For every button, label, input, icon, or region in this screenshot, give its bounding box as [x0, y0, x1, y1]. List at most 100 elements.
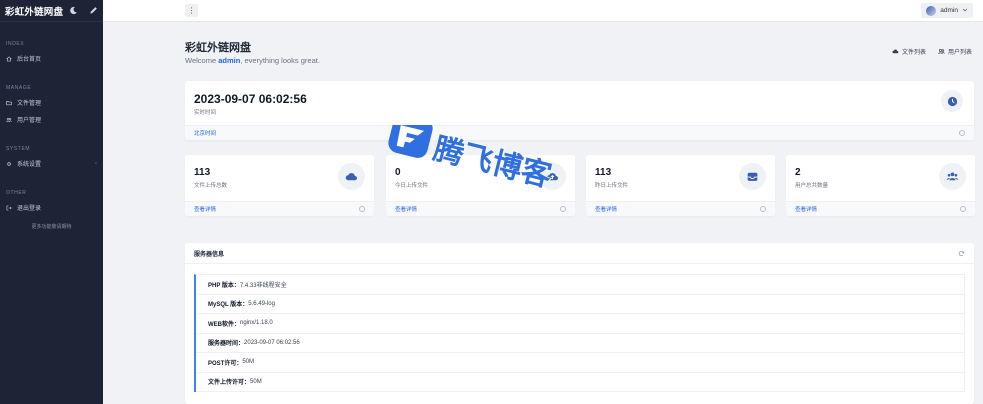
file-list-link[interactable]: 文件列表	[892, 47, 926, 56]
section-label-system: SYSTEM	[6, 146, 31, 152]
home-icon	[6, 55, 12, 61]
folder-icon	[6, 100, 12, 105]
info-value: nginx/1.18.0	[240, 320, 273, 327]
stat-card-total-uploads: 113 文件上传总数 查看详情	[185, 155, 374, 216]
view-details-link[interactable]: 查看详情	[795, 205, 817, 213]
stat-value: 113	[194, 167, 211, 178]
watermark-text: 腾飞博客	[430, 131, 555, 194]
user-list-label: 用户列表	[947, 50, 972, 56]
stat-footer: 查看详情	[786, 201, 975, 216]
circle-icon	[960, 206, 966, 212]
info-value: 2023-09-07 06:02:56	[244, 339, 300, 346]
info-key: PHP 版本：	[208, 282, 240, 289]
logout-icon	[6, 205, 12, 210]
server-info-title: 服务器信息	[194, 251, 225, 258]
sidebar-item-logout[interactable]: 退出登录	[0, 199, 103, 216]
clock-badge	[941, 90, 963, 112]
stat-footer: 查看详情	[185, 201, 374, 216]
header-links: 文件列表 用户列表	[892, 47, 972, 56]
stat-icon-badge	[338, 163, 365, 190]
info-key: MySQL 版本：	[208, 302, 249, 309]
users-icon	[938, 48, 945, 55]
page-title: 彩虹外链网盘	[185, 42, 251, 54]
info-key: POST许可：	[208, 360, 243, 367]
gear-icon	[6, 161, 12, 166]
info-key: 服务器时间：	[208, 341, 245, 348]
section-label-manage: MANAGE	[6, 85, 32, 91]
welcome-text: Welcome admin, everything looks great.	[185, 56, 320, 65]
sidebar: 彩虹外链网盘 INDEX 后台首页 MANAGE 文件管理 用户管理 SYSTE…	[0, 0, 103, 404]
info-key: WEB软件：	[208, 321, 240, 328]
refresh-icon[interactable]	[958, 250, 965, 257]
sidebar-item-label: 退出登录	[17, 206, 42, 212]
sidebar-item-label: 文件管理	[17, 101, 42, 107]
stat-card-user-count: 2 用户总共数量 查看详情	[786, 155, 975, 216]
clock-icon	[947, 96, 957, 106]
sidebar-note: 更多功能敬请期待	[31, 224, 72, 230]
topbar: ⋮ admin	[103, 0, 983, 22]
section-label-other: OTHER	[6, 190, 27, 196]
sidebar-item-label: 后台首页	[17, 57, 42, 63]
sidebar-item-label: 用户管理	[17, 118, 42, 124]
stat-icon-badge	[739, 163, 766, 190]
view-details-link[interactable]: 查看详情	[194, 205, 216, 213]
info-key: 文件上传许可：	[208, 380, 251, 387]
server-info-list: PHP 版本： 7.4.33非线程安全 MySQL 版本： 5.6.49-log W…	[194, 274, 965, 392]
section-label-index: INDEX	[6, 41, 25, 47]
sidebar-item-settings[interactable]: 系统设置 ‹	[0, 155, 103, 172]
pencil-icon	[90, 7, 97, 14]
stat-label: 用户总共数量	[795, 183, 829, 189]
sidebar-item-users[interactable]: 用户管理	[0, 111, 103, 128]
stat-label: 昨日上传文件	[595, 183, 629, 189]
stat-footer: 查看详情	[586, 201, 775, 216]
avatar	[926, 5, 937, 16]
sidebar-item-dashboard[interactable]: 后台首页	[0, 50, 103, 67]
sidebar-item-files[interactable]: 文件管理	[0, 94, 103, 111]
view-details-link[interactable]: 查看详情	[595, 205, 617, 213]
info-value: 7.4.33非线程安全	[239, 282, 287, 289]
chevron-down-icon	[962, 7, 968, 15]
welcome-suffix: , everything looks great.	[240, 56, 320, 65]
time-label: 实时时间	[194, 110, 217, 116]
circle-icon	[760, 206, 766, 212]
brand-title: 彩虹外链网盘	[5, 6, 64, 18]
inbox-icon	[747, 172, 758, 181]
list-item: 服务器时间： 2023-09-07 06:02:56	[196, 333, 965, 353]
info-value: 50M	[242, 359, 255, 366]
welcome-user: admin	[218, 56, 241, 65]
list-item: 文件上传许可： 50M	[196, 372, 965, 392]
time-card-footer: 北京时间	[185, 125, 974, 140]
theme-toggle-button[interactable]	[67, 4, 80, 17]
circle-icon	[359, 206, 365, 212]
cloud-icon	[892, 49, 899, 54]
stat-card-yesterday-uploads: 113 昨日上传文件 查看详情	[586, 155, 775, 216]
server-info-header: 服务器信息	[185, 243, 974, 264]
info-value: 5.6.49-log	[248, 300, 275, 307]
list-item: POST许可： 50M	[196, 353, 965, 373]
current-time: 2023-09-07 06:02:56	[194, 92, 307, 106]
list-item: PHP 版本： 7.4.33非线程安全	[196, 275, 965, 295]
chevron-left-icon: ‹	[95, 160, 97, 167]
stat-value: 113	[595, 167, 612, 178]
stat-value: 2	[795, 167, 801, 178]
stat-icon-badge	[939, 163, 966, 190]
user-list-link[interactable]: 用户列表	[938, 47, 972, 56]
list-item: MySQL 版本： 5.6.49-log	[196, 294, 965, 314]
welcome-prefix: Welcome	[185, 56, 219, 65]
sidebar-toggle-button[interactable]: ⋮	[185, 4, 198, 17]
time-card: 2023-09-07 06:02:56 实时时间 北京时间	[185, 81, 974, 140]
edit-layout-button[interactable]	[87, 4, 100, 17]
file-list-label: 文件列表	[901, 50, 926, 56]
info-value: 50M	[250, 378, 262, 385]
beijing-time-link[interactable]: 北京时间	[194, 129, 216, 137]
user-menu-button[interactable]: admin	[921, 3, 973, 18]
users-icon	[6, 117, 12, 122]
list-item: WEB软件： nginx/1.18.0	[196, 314, 965, 334]
brand-bar: 彩虹外链网盘	[0, 0, 103, 22]
user-name: admin	[940, 7, 958, 14]
circle-icon	[959, 130, 965, 136]
watermark-logo: 腾飞博客	[388, 125, 556, 195]
moon-icon	[70, 6, 78, 15]
server-info-card: 服务器信息 PHP 版本： 7.4.33非线程安全 MySQL 版本： 5.6.49…	[185, 243, 974, 404]
stat-label: 文件上传总数	[194, 183, 228, 189]
